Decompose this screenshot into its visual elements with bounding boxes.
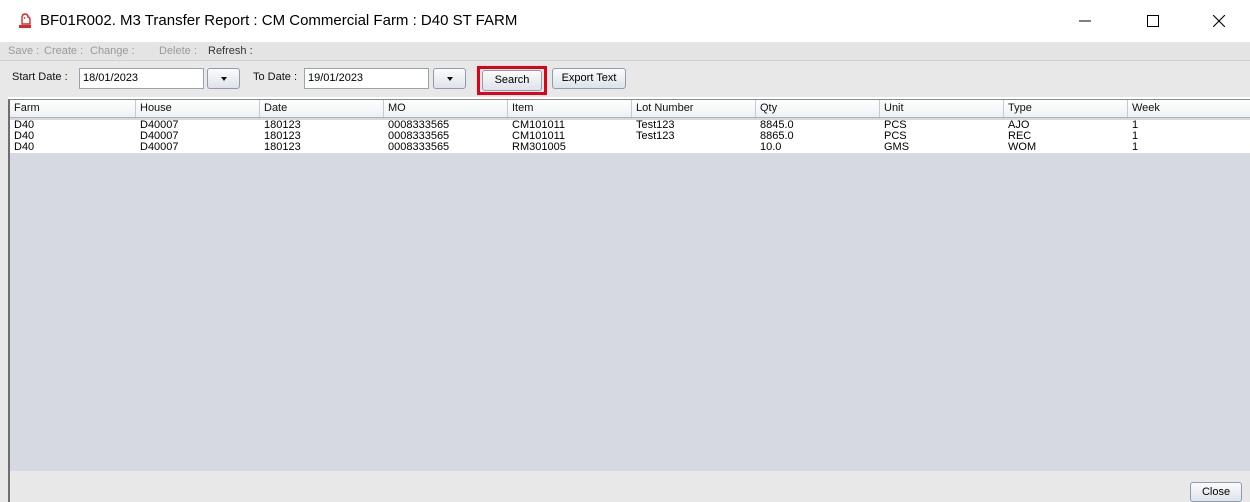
cell-mo: 0008333565 xyxy=(388,120,450,131)
export-text-button[interactable]: Export Text xyxy=(552,68,626,89)
cell-mo: 0008333565 xyxy=(388,131,450,142)
cell-type: REC xyxy=(1008,131,1032,142)
table-row[interactable]: D40 D40007 180123 0008333565 RM301005 10… xyxy=(10,142,1250,153)
cell-type: AJO xyxy=(1008,120,1030,131)
cell-lot-number xyxy=(632,142,756,153)
table-row[interactable]: D40 D40007 180123 0008333565 CM101011 Te… xyxy=(10,120,1250,131)
col-qty[interactable]: Qty xyxy=(756,100,880,117)
cell-date: 180123 xyxy=(264,131,301,142)
col-unit[interactable]: Unit xyxy=(880,100,1004,117)
dropdown-arrow-icon xyxy=(220,76,227,81)
cell-item: CM101011 xyxy=(512,120,565,131)
cell-house: D40007 xyxy=(140,142,179,153)
cell-week: 1 xyxy=(1132,142,1139,153)
table-row[interactable]: D40 D40007 180123 0008333565 CM101011 Te… xyxy=(10,131,1250,142)
maximize-button[interactable] xyxy=(1130,0,1176,42)
close-icon xyxy=(1213,15,1225,27)
menu-delete[interactable]: Delete : xyxy=(159,45,197,57)
cell-unit: PCS xyxy=(884,120,907,131)
cell-date: 180123 xyxy=(264,142,301,153)
title-bar: BF01R002. M3 Transfer Report : CM Commer… xyxy=(0,0,1250,42)
col-week[interactable]: Week xyxy=(1128,100,1250,117)
search-button-highlight xyxy=(477,66,547,95)
minimize-button[interactable] xyxy=(1062,0,1108,42)
app-logo-icon xyxy=(19,13,31,28)
maximize-icon xyxy=(1147,15,1159,27)
cell-mo: 0008333565 xyxy=(388,142,450,153)
to-date-label: To Date : xyxy=(253,71,298,83)
col-date[interactable]: Date xyxy=(260,100,384,117)
cell-qty: 10.0 xyxy=(760,142,782,153)
cell-unit: GMS xyxy=(884,142,910,153)
cell-item: CM101011 xyxy=(512,131,565,142)
bottom-bar xyxy=(8,471,1250,502)
close-window-button[interactable] xyxy=(1196,0,1242,42)
to-date-dropdown-button[interactable] xyxy=(433,68,466,89)
menu-change[interactable]: Change : xyxy=(90,45,135,57)
menu-bar: Save : Create : Change : Delete : Refres… xyxy=(0,42,1250,60)
col-farm[interactable]: Farm xyxy=(10,100,136,117)
cell-farm: D40 xyxy=(14,131,35,142)
start-date-label: Start Date : xyxy=(12,71,68,83)
to-date-field[interactable]: 19/01/2023 xyxy=(304,68,429,89)
menu-save[interactable]: Save : xyxy=(8,45,39,57)
menu-create[interactable]: Create : xyxy=(44,45,83,57)
window-title: BF01R002. M3 Transfer Report : CM Commer… xyxy=(40,12,518,29)
cell-lot-number: Test123 xyxy=(636,120,675,131)
cell-house: D40007 xyxy=(140,120,179,131)
col-type[interactable]: Type xyxy=(1004,100,1128,117)
cell-lot-number: Test123 xyxy=(636,131,675,142)
cell-item: RM301005 xyxy=(512,142,566,153)
left-border-strip xyxy=(0,96,8,502)
col-house[interactable]: House xyxy=(136,100,260,117)
start-date-field[interactable]: 18/01/2023 xyxy=(79,68,204,89)
start-date-dropdown-button[interactable] xyxy=(207,68,240,89)
close-button[interactable]: Close xyxy=(1190,482,1242,502)
transfer-report-table: Farm House Date MO Item Lot Number Qty U… xyxy=(8,99,1250,471)
table-header: Farm House Date MO Item Lot Number Qty U… xyxy=(10,100,1250,118)
col-item[interactable]: Item xyxy=(508,100,632,117)
minimize-icon xyxy=(1079,20,1091,22)
cell-farm: D40 xyxy=(14,120,35,131)
cell-qty: 8845.0 xyxy=(760,120,794,131)
dropdown-arrow-icon xyxy=(446,76,453,81)
col-lot-number[interactable]: Lot Number xyxy=(632,100,756,117)
cell-unit: PCS xyxy=(884,131,907,142)
cell-week: 1 xyxy=(1132,120,1139,131)
cell-qty: 8865.0 xyxy=(760,131,794,142)
cell-house: D40007 xyxy=(140,131,179,142)
col-mo[interactable]: MO xyxy=(384,100,508,117)
cell-date: 180123 xyxy=(264,120,301,131)
cell-farm: D40 xyxy=(14,142,35,153)
cell-week: 1 xyxy=(1132,131,1139,142)
cell-type: WOM xyxy=(1008,142,1037,153)
menu-refresh[interactable]: Refresh : xyxy=(208,45,253,57)
